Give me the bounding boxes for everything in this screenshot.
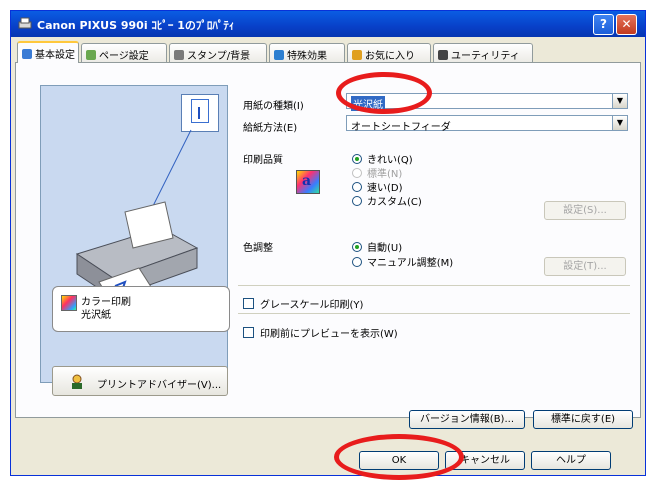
printer-app-icon: [18, 17, 32, 29]
print-status-summary: カラー印刷 光沢紙: [52, 286, 230, 332]
tab-favorites[interactable]: お気に入り: [347, 43, 431, 62]
paper-source-select[interactable]: オートシートフィーダ ▼: [346, 115, 628, 133]
title-bar[interactable]: Canon PIXUS 990i ｺﾋﾟｰ 1のﾌﾟﾛﾊﾟﾃｨ ? ✕: [11, 11, 645, 37]
tab-strip: 基本設定 ページ設定 スタンプ/背景 特殊効果 お気に入り ユーティリティ: [15, 41, 641, 63]
highlight-media-type-ellipse: [336, 72, 432, 114]
advisor-icon: [72, 374, 82, 389]
help-button[interactable]: ヘルプ: [531, 451, 611, 470]
color-auto-radio[interactable]: 自動(U): [352, 239, 402, 254]
close-button[interactable]: ✕: [616, 14, 637, 35]
chevron-down-icon: ▼: [612, 94, 627, 108]
highlight-ok-ellipse: [334, 434, 464, 480]
stamp-icon: [174, 50, 184, 60]
print-quality-icon: a: [296, 170, 320, 194]
print-quality-label: 印刷品質: [243, 155, 283, 166]
basic-settings-icon: [22, 49, 32, 59]
grayscale-checkbox[interactable]: グレースケール印刷(Y): [243, 296, 363, 311]
tab-page-setup[interactable]: ページ設定: [81, 43, 167, 62]
quality-standard-radio[interactable]: 標準(N): [352, 165, 402, 180]
effects-icon: [274, 50, 284, 60]
color-manual-radio[interactable]: マニュアル調整(M): [352, 254, 453, 269]
favorites-icon: [352, 50, 362, 60]
tab-basic-settings[interactable]: 基本設定: [17, 41, 79, 63]
quality-custom-radio[interactable]: カスタム(C): [352, 193, 422, 208]
media-type-label: 用紙の種類(I): [243, 101, 304, 112]
quality-fast-radio[interactable]: 速い(D): [352, 179, 403, 194]
page-setup-icon: [86, 50, 96, 60]
color-settings-button[interactable]: 設定(T)...: [544, 257, 626, 276]
color-print-icon: [61, 295, 77, 311]
tab-special-effects[interactable]: 特殊効果: [269, 43, 345, 62]
printer-properties-dialog: Canon PIXUS 990i ｺﾋﾟｰ 1のﾌﾟﾛﾊﾟﾃｨ ? ✕ 基本設定…: [10, 10, 646, 476]
quality-settings-button[interactable]: 設定(S)...: [544, 201, 626, 220]
separator: [238, 313, 630, 314]
print-preview-area: [40, 85, 228, 383]
color-adjust-label: 色調整: [243, 243, 273, 254]
paper-source-label: 給紙方法(E): [243, 123, 298, 134]
chevron-down-icon: ▼: [612, 116, 627, 130]
tab-stamp-background[interactable]: スタンプ/背景: [169, 43, 267, 62]
tab-utility[interactable]: ユーティリティ: [433, 43, 533, 62]
print-advisor-button[interactable]: プリントアドバイザー(V)...: [52, 366, 228, 396]
window-title: Canon PIXUS 990i ｺﾋﾟｰ 1のﾌﾟﾛﾊﾟﾃｨ: [37, 19, 235, 32]
utility-icon: [438, 50, 448, 60]
preview-before-print-checkbox[interactable]: 印刷前にプレビューを表示(W): [243, 325, 398, 340]
version-info-button[interactable]: バージョン情報(B)...: [409, 410, 525, 429]
quality-high-radio[interactable]: きれい(Q): [352, 151, 413, 166]
basic-settings-panel: カラー印刷 光沢紙 プリントアドバイザー(V)... 用紙の種類(I) 光沢紙 …: [15, 62, 641, 418]
help-title-button[interactable]: ?: [593, 14, 614, 35]
separator: [238, 285, 630, 286]
restore-defaults-button[interactable]: 標準に戻す(E): [533, 410, 633, 429]
